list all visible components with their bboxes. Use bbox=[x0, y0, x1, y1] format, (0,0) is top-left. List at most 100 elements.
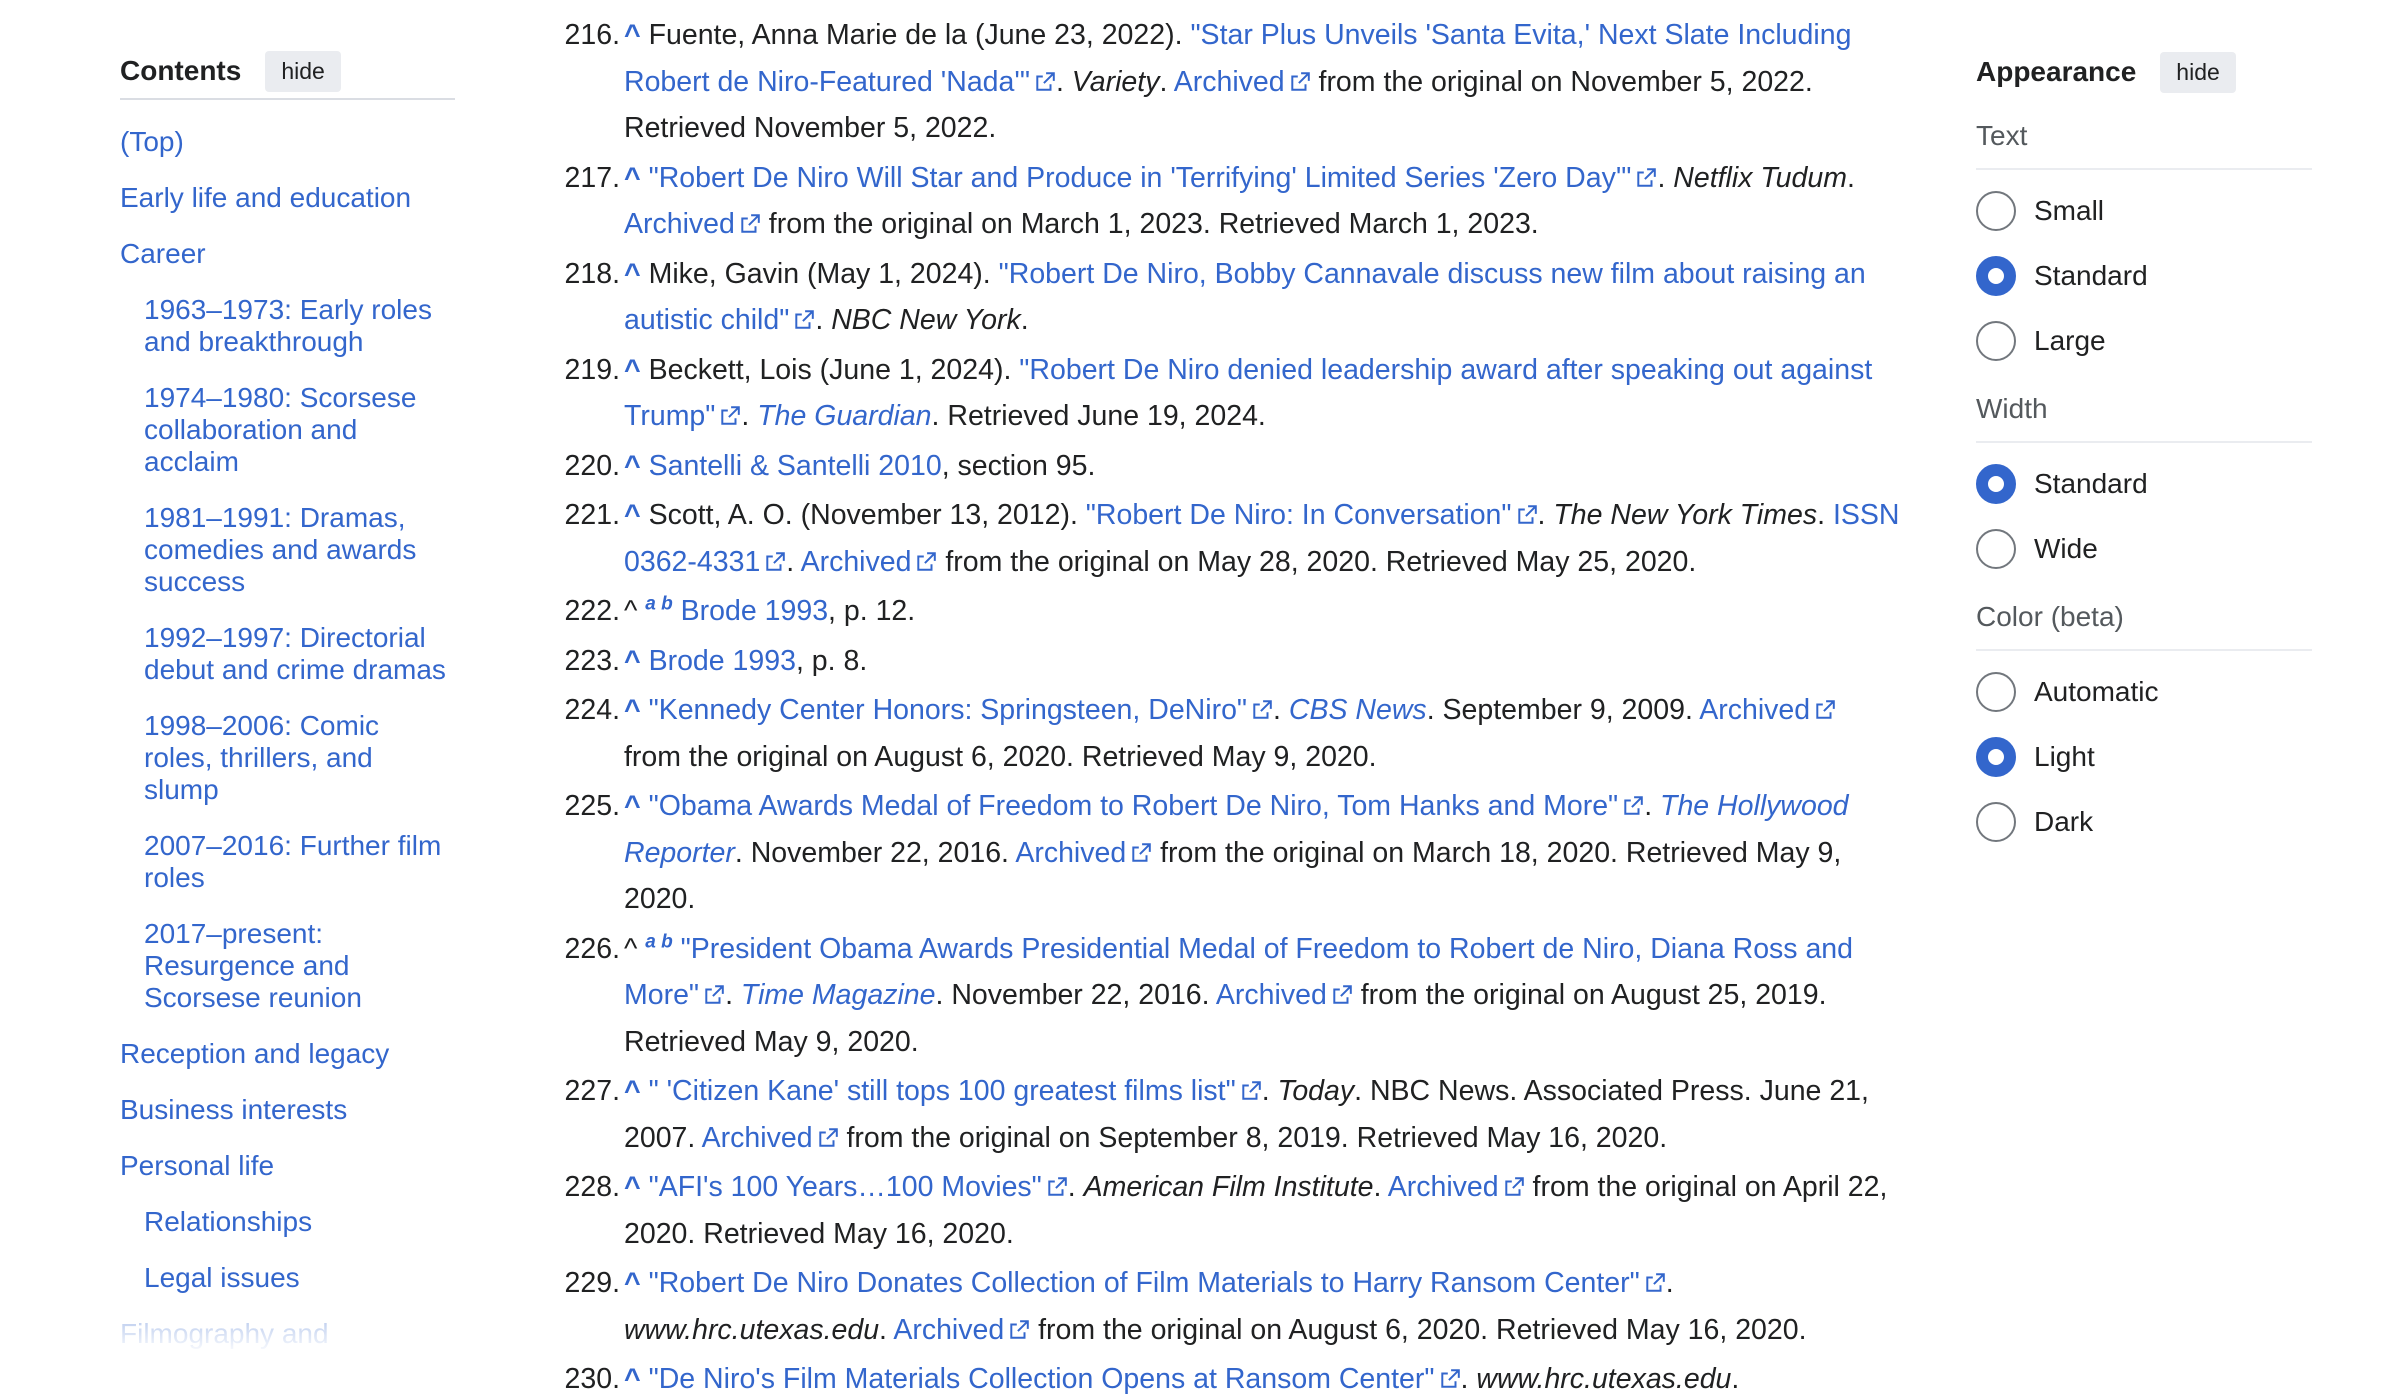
toc-item[interactable]: 1992–1997: Directorial debut and crime d… bbox=[120, 610, 455, 698]
citation-link[interactable]: The Guardian bbox=[757, 400, 931, 432]
radio-button[interactable] bbox=[1976, 463, 2016, 504]
backlink-caret[interactable]: ^ bbox=[624, 694, 641, 726]
backlink-caret[interactable]: ^ bbox=[624, 1363, 641, 1395]
toc-item[interactable]: Relationships bbox=[120, 1194, 455, 1250]
external-link-icon bbox=[1504, 1177, 1524, 1196]
radio-option[interactable]: Standard bbox=[1976, 243, 2312, 308]
backlink-caret[interactable]: ^ bbox=[624, 1171, 641, 1203]
toc-item[interactable]: Career bbox=[120, 226, 455, 282]
radio-option[interactable]: Standard bbox=[1976, 451, 2312, 516]
citation-link[interactable]: " 'Citizen Kane' still tops 100 greatest… bbox=[649, 1075, 1236, 1107]
toc-item[interactable]: Legal issues bbox=[120, 1250, 455, 1306]
citation-link[interactable]: Brode 1993 bbox=[681, 595, 828, 627]
reference-item: 218. ^ Mike, Gavin (May 1, 2024). "Robert… bbox=[540, 251, 1900, 344]
archive-link[interactable]: Archived bbox=[624, 208, 735, 240]
radio-option[interactable]: Dark bbox=[1976, 789, 2312, 854]
citation-link[interactable]: "AFI's 100 Years…100 Movies" bbox=[649, 1171, 1042, 1203]
toc-item[interactable]: 1981–1991: Dramas, comedies and awards s… bbox=[120, 490, 455, 610]
citation-link[interactable]: "Obama Awards Medal of Freedom to Robert… bbox=[649, 790, 1619, 822]
toc-item[interactable]: Business interests bbox=[120, 1082, 455, 1138]
archive-link[interactable]: Archived bbox=[801, 546, 912, 578]
external-link-icon bbox=[795, 310, 815, 329]
backlink-letters[interactable]: a b bbox=[645, 594, 672, 615]
backlink-caret[interactable]: ^ bbox=[624, 258, 641, 290]
backlink-caret[interactable]: ^ bbox=[624, 645, 641, 677]
backlink-caret[interactable]: ^ bbox=[624, 19, 641, 51]
toc-item[interactable]: Reception and legacy bbox=[120, 1026, 455, 1082]
toc-item[interactable]: (Top) bbox=[120, 114, 455, 170]
archive-link[interactable]: Archived bbox=[893, 1314, 1004, 1346]
radio-option[interactable]: Automatic bbox=[1976, 659, 2312, 724]
citation-link[interactable]: CBS News bbox=[1289, 694, 1427, 726]
archive-link[interactable]: Archived bbox=[1015, 837, 1126, 869]
reference-item: 228. ^ "AFI's 100 Years…100 Movies". Amer… bbox=[540, 1164, 1900, 1257]
toc-link[interactable]: 2017–present: Resurgence and Scorsese re… bbox=[144, 918, 455, 1014]
backlink-caret[interactable]: ^ bbox=[624, 1267, 641, 1299]
citation-link[interactable]: Time Magazine bbox=[741, 979, 936, 1011]
citation-link[interactable]: "Kennedy Center Honors: Springsteen, DeN… bbox=[649, 694, 1247, 726]
backlink-caret[interactable]: ^ bbox=[624, 450, 641, 482]
radio-button[interactable] bbox=[1976, 528, 2016, 569]
toc-item[interactable]: Personal life bbox=[120, 1138, 455, 1194]
toc-item[interactable]: 1998–2006: Comic roles, thrillers, and s… bbox=[120, 698, 455, 818]
reference-item: 216. ^ Fuente, Anna Marie de la (June 23,… bbox=[540, 12, 1900, 152]
citation-link[interactable]: "De Niro's Film Materials Collection Ope… bbox=[649, 1363, 1435, 1395]
toc-item[interactable]: 1963–1973: Early roles and breakthrough bbox=[120, 282, 455, 370]
backlink-letters[interactable]: a b bbox=[645, 931, 672, 952]
radio-button[interactable] bbox=[1976, 801, 2016, 842]
citation-link[interactable]: "Robert De Niro Will Star and Produce in… bbox=[649, 162, 1632, 194]
radio-option[interactable]: Light bbox=[1976, 724, 2312, 789]
citation-link[interactable]: "Robert De Niro: In Conversation" bbox=[1086, 499, 1512, 531]
radio-button[interactable] bbox=[1976, 320, 2016, 361]
radio-option[interactable]: Small bbox=[1976, 178, 2312, 243]
archive-link[interactable]: Archived bbox=[1388, 1171, 1499, 1203]
archive-link[interactable]: Archived bbox=[1174, 66, 1285, 98]
citation-link[interactable]: Brode 1993 bbox=[649, 645, 796, 677]
backlink-caret[interactable]: ^ bbox=[624, 162, 641, 194]
toc-item[interactable]: 2007–2016: Further film roles bbox=[120, 818, 455, 906]
toc-link[interactable]: 1963–1973: Early roles and breakthrough bbox=[144, 294, 455, 358]
backlink-caret[interactable]: ^ bbox=[624, 499, 641, 531]
reference-number: 225. bbox=[564, 790, 620, 822]
external-link-icon bbox=[1036, 71, 1055, 91]
appearance-hide-button[interactable]: hide bbox=[2160, 51, 2236, 93]
radio-label: Standard bbox=[2034, 259, 2148, 291]
toc-item[interactable]: 2017–present: Resurgence and Scorsese re… bbox=[120, 906, 455, 1026]
archive-link[interactable]: Archived bbox=[1216, 979, 1327, 1011]
toc-link[interactable]: Career bbox=[120, 238, 455, 270]
toc-link[interactable]: 1981–1991: Dramas, comedies and awards s… bbox=[144, 502, 455, 598]
external-link-icon bbox=[766, 551, 786, 571]
toc-link[interactable]: Business interests bbox=[120, 1094, 455, 1126]
radio-button[interactable] bbox=[1976, 255, 2016, 296]
citation-link[interactable]: Santelli & Santelli 2010 bbox=[649, 450, 942, 482]
toc-link[interactable]: Reception and legacy bbox=[120, 1038, 455, 1070]
radio-option[interactable]: Large bbox=[1976, 308, 2312, 373]
radio-option[interactable]: Wide bbox=[1976, 516, 2312, 581]
backlink-caret[interactable]: ^ bbox=[624, 1075, 641, 1107]
toc-link[interactable]: Relationships bbox=[144, 1206, 455, 1238]
backlink-caret[interactable]: ^ bbox=[624, 790, 641, 822]
radio-button[interactable] bbox=[1976, 671, 2016, 712]
toc-item[interactable]: Early life and education bbox=[120, 170, 455, 226]
table-of-contents: Contents hide (Top) Early life and educat… bbox=[120, 44, 455, 1364]
archive-link[interactable]: Archived bbox=[702, 1122, 813, 1154]
citation-text: . bbox=[1537, 499, 1554, 531]
citation-text: Beckett, Lois (June 1, 2024). bbox=[648, 353, 1020, 386]
radio-button[interactable] bbox=[1976, 190, 2016, 231]
toc-link[interactable]: Legal issues bbox=[144, 1262, 455, 1294]
toc-link[interactable]: 1974–1980: Scorsese collaboration and ac… bbox=[144, 382, 455, 478]
toc-link[interactable]: Early life and education bbox=[120, 182, 455, 214]
toc-link[interactable]: 1998–2006: Comic roles, thrillers, and s… bbox=[144, 710, 455, 806]
toc-link[interactable]: 1992–1997: Directorial debut and crime d… bbox=[144, 622, 455, 686]
toc-link[interactable]: 2007–2016: Further film roles bbox=[144, 830, 455, 894]
toc-link[interactable]: Personal life bbox=[120, 1150, 455, 1182]
toc-link[interactable]: (Top) bbox=[120, 126, 455, 158]
archive-link[interactable]: Archived bbox=[1699, 694, 1810, 726]
radio-button[interactable] bbox=[1976, 736, 2016, 777]
appearance-groups: Text Small Standard Large Width Standard Wide C… bbox=[1976, 100, 2312, 854]
backlink-caret: ^ bbox=[624, 595, 638, 627]
toc-hide-button[interactable]: hide bbox=[265, 50, 341, 92]
citation-link[interactable]: "Robert De Niro Donates Collection of Fi… bbox=[649, 1267, 1640, 1299]
backlink-caret[interactable]: ^ bbox=[624, 354, 641, 386]
toc-item[interactable]: 1974–1980: Scorsese collaboration and ac… bbox=[120, 370, 455, 490]
